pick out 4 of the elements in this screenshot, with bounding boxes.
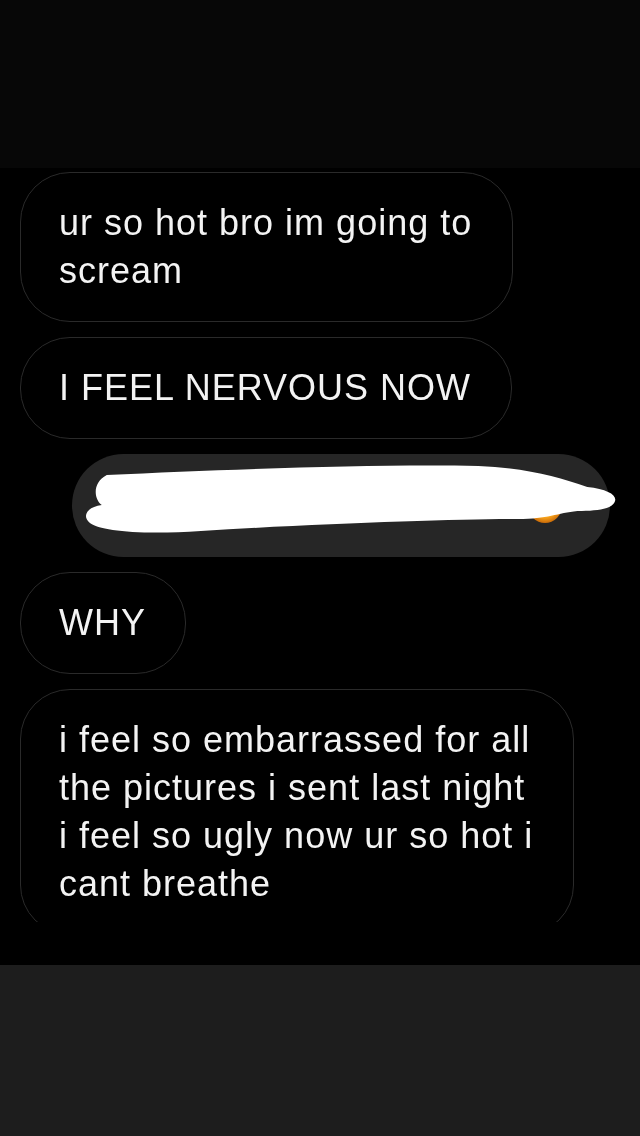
message-text: ur so hot bro im going to scream	[59, 202, 473, 291]
message-text: i feel so embarrassed for all the pictures i sent last night i feel so ugly now ur so hot i cant breathe	[59, 719, 534, 904]
message-text: I FEEL NERVOUS NOW	[59, 367, 472, 408]
message-text: WHY	[59, 602, 146, 643]
